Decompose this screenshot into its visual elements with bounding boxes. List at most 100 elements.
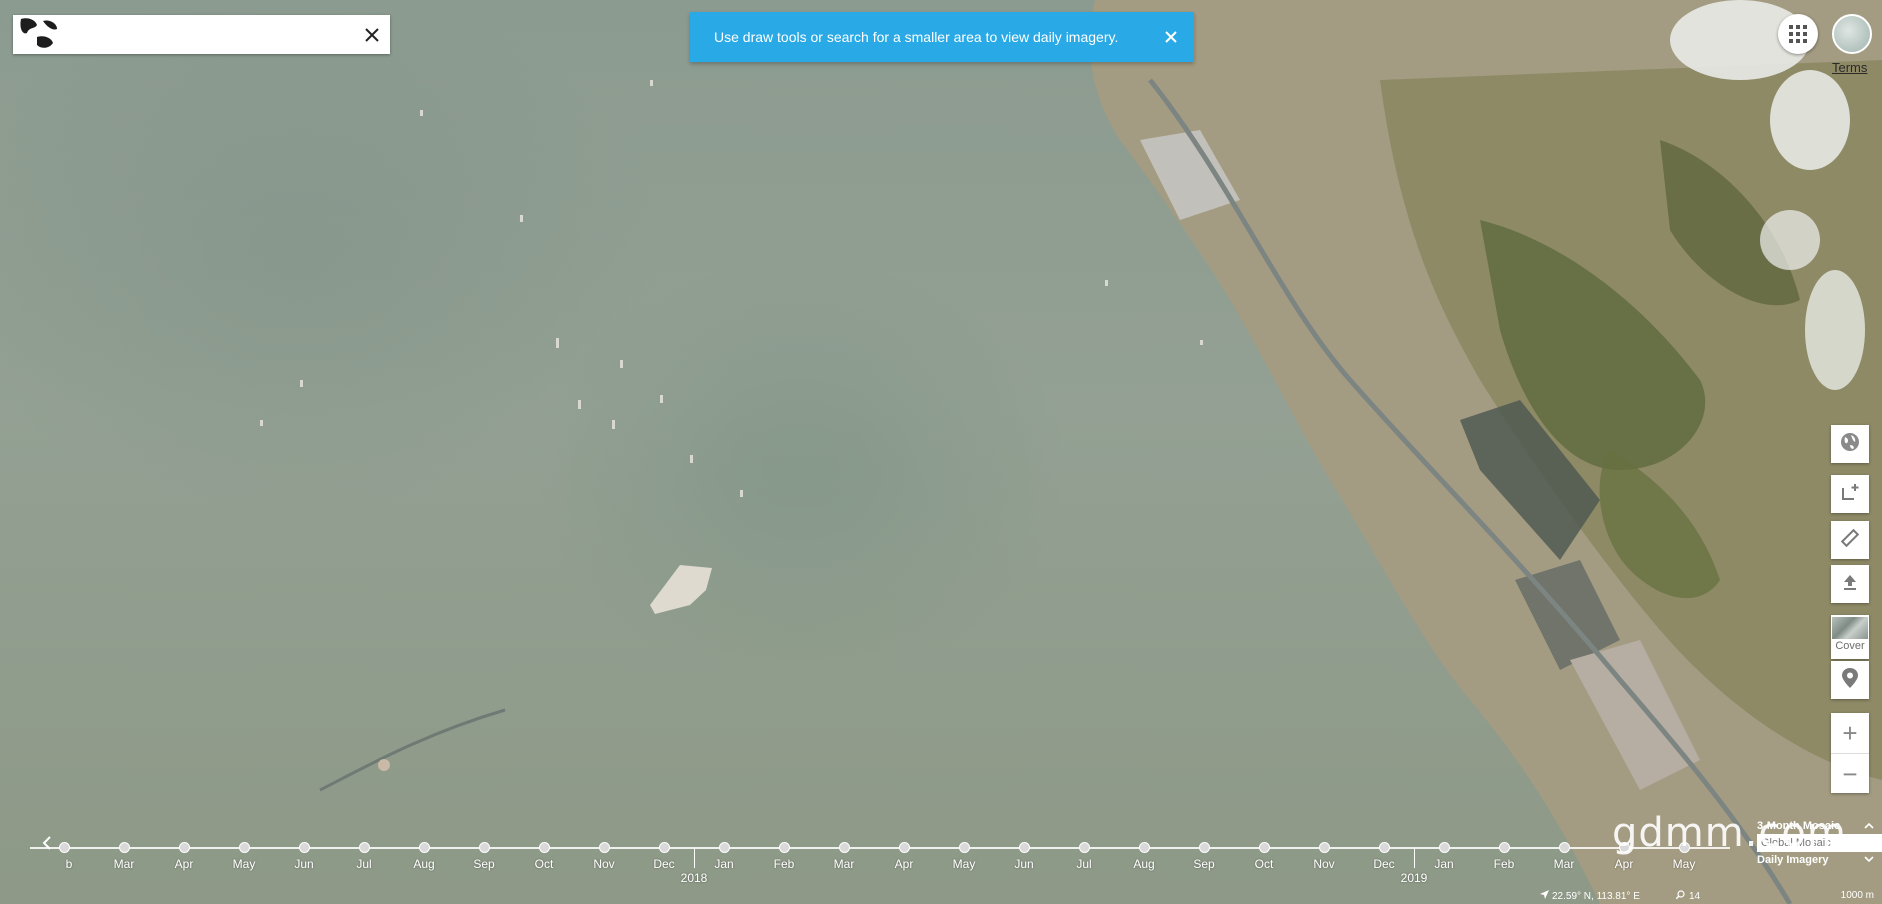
globe-icon bbox=[1840, 432, 1860, 457]
apps-grid-icon[interactable] bbox=[1778, 14, 1818, 54]
timeline-month-label: Mar bbox=[1553, 857, 1575, 871]
timeline-dot[interactable] bbox=[1079, 842, 1090, 853]
zoom-controls: + − bbox=[1831, 713, 1869, 793]
timeline-year-label: 2019 bbox=[1400, 871, 1428, 885]
timeline-track bbox=[30, 847, 1730, 849]
close-icon[interactable] bbox=[354, 15, 390, 54]
zoom-out-button[interactable]: − bbox=[1831, 754, 1869, 794]
timeline-month-label: Jun bbox=[294, 857, 314, 871]
timeline-month-label: Mar bbox=[833, 857, 855, 871]
timeline-month-label: Jan bbox=[714, 857, 734, 871]
coordinates-text: 22.59° N, 113.81° E bbox=[1552, 890, 1640, 902]
close-icon[interactable] bbox=[1148, 12, 1194, 62]
timeline-dot[interactable] bbox=[779, 842, 790, 853]
timeline-month-label: Feb bbox=[773, 857, 795, 871]
timeline-dot[interactable] bbox=[1199, 842, 1210, 853]
chevron-up-icon bbox=[1864, 820, 1874, 832]
satellite-map[interactable] bbox=[0, 0, 1882, 904]
timeline-dot[interactable] bbox=[1499, 842, 1510, 853]
timeline-month-label: Aug bbox=[1133, 857, 1155, 871]
search-input[interactable] bbox=[63, 16, 354, 53]
timeline-month-label: Mar bbox=[113, 857, 135, 871]
search-box bbox=[13, 15, 390, 54]
zoom-in-button[interactable]: + bbox=[1831, 713, 1869, 754]
notification-banner: Use draw tools or search for a smaller a… bbox=[690, 12, 1194, 62]
timeline-dot[interactable] bbox=[1019, 842, 1030, 853]
cloud bbox=[1770, 70, 1850, 170]
timeline-dot[interactable] bbox=[839, 842, 850, 853]
globe-icon[interactable] bbox=[13, 15, 63, 54]
timeline-month-label: Sep bbox=[473, 857, 495, 871]
timeline-dot[interactable] bbox=[959, 842, 970, 853]
timeline-dot[interactable] bbox=[1319, 842, 1330, 853]
timeline-dot[interactable] bbox=[1439, 842, 1450, 853]
draw-area-button[interactable] bbox=[1831, 475, 1869, 513]
timeline-month-label: Nov bbox=[1313, 857, 1335, 871]
location-button[interactable] bbox=[1831, 661, 1869, 699]
timeline-dot[interactable] bbox=[419, 842, 430, 853]
timeline-month-label: May bbox=[232, 857, 256, 871]
timeline-year-label: 2018 bbox=[680, 871, 708, 885]
chevron-down-icon bbox=[1864, 854, 1874, 866]
causeway bbox=[319, 708, 506, 792]
watermark-text: gdmm.com bbox=[1612, 810, 1847, 856]
terms-link[interactable]: Terms bbox=[1832, 60, 1867, 75]
timeline-dot[interactable] bbox=[1259, 842, 1270, 853]
timeline-month-label: Apr bbox=[1614, 857, 1634, 871]
timeline-month-label: Aug bbox=[413, 857, 435, 871]
timeline-dot[interactable] bbox=[719, 842, 730, 853]
navigation-arrow-icon bbox=[1540, 890, 1549, 902]
timeline-month-label: Apr bbox=[174, 857, 194, 871]
user-avatar[interactable] bbox=[1832, 14, 1872, 54]
banner-message: Use draw tools or search for a smaller a… bbox=[714, 29, 1119, 45]
coordinates-readout: 22.59° N, 113.81° E bbox=[1540, 890, 1640, 902]
timeline-month-label: Nov bbox=[593, 857, 615, 871]
ruler-icon bbox=[1840, 528, 1860, 553]
upload-button[interactable] bbox=[1831, 565, 1869, 603]
timeline-dot[interactable] bbox=[59, 842, 70, 853]
timeline-dot[interactable] bbox=[239, 842, 250, 853]
timeline-dot[interactable] bbox=[119, 842, 130, 853]
upload-icon bbox=[1841, 573, 1859, 596]
artificial-island bbox=[650, 565, 712, 614]
timeline-month-label: Sep bbox=[1193, 857, 1215, 871]
timeline-month-label: Oct bbox=[534, 857, 554, 871]
timeline-month-label: Oct bbox=[1254, 857, 1274, 871]
timeline-dot[interactable] bbox=[359, 842, 370, 853]
cloud bbox=[1805, 270, 1865, 390]
timeline-month-label: Dec bbox=[653, 857, 675, 871]
timeline-dot[interactable] bbox=[599, 842, 610, 853]
timeline-dot[interactable] bbox=[659, 842, 670, 853]
timeline-dot[interactable] bbox=[1139, 842, 1150, 853]
timeline-dot[interactable] bbox=[479, 842, 490, 853]
measure-button[interactable] bbox=[1831, 521, 1869, 559]
timeline-month-label: Jul bbox=[356, 857, 372, 871]
satellite-imagery bbox=[260, 0, 1882, 904]
timeline-dot[interactable] bbox=[1559, 842, 1570, 853]
timeline-month-label: May bbox=[952, 857, 976, 871]
chevron-left-icon[interactable] bbox=[42, 836, 52, 855]
cover-button[interactable]: Cover bbox=[1831, 615, 1869, 659]
basemap-button[interactable] bbox=[1831, 425, 1869, 463]
cover-label: Cover bbox=[1835, 640, 1865, 652]
timeline-dot[interactable] bbox=[899, 842, 910, 853]
timeline-year-divider bbox=[694, 848, 695, 868]
timeline-month-label: May bbox=[1672, 857, 1696, 871]
timeline-month-label: Jun bbox=[1014, 857, 1034, 871]
timeline-month-label: Dec bbox=[1373, 857, 1395, 871]
timeline-month-label: Apr bbox=[894, 857, 914, 871]
scale-bar-label: 1000 m bbox=[1840, 890, 1874, 901]
timeline-month-label: Jan bbox=[1434, 857, 1454, 871]
ships bbox=[260, 80, 1203, 497]
timeline-dot[interactable] bbox=[299, 842, 310, 853]
timeline-dot[interactable] bbox=[1379, 842, 1390, 853]
status-bar: 22.59° N, 113.81° E 14 1000 m bbox=[1540, 890, 1882, 904]
timeline-dot[interactable] bbox=[539, 842, 550, 853]
timeline-year-divider bbox=[1414, 848, 1415, 868]
draw-area-icon bbox=[1840, 482, 1860, 507]
cover-thumbnail bbox=[1832, 617, 1868, 639]
cloud bbox=[1760, 210, 1820, 270]
timeline-dot[interactable] bbox=[179, 842, 190, 853]
zoom-level-text: 14 bbox=[1689, 890, 1701, 902]
zoom-level-readout: 14 bbox=[1675, 890, 1701, 902]
